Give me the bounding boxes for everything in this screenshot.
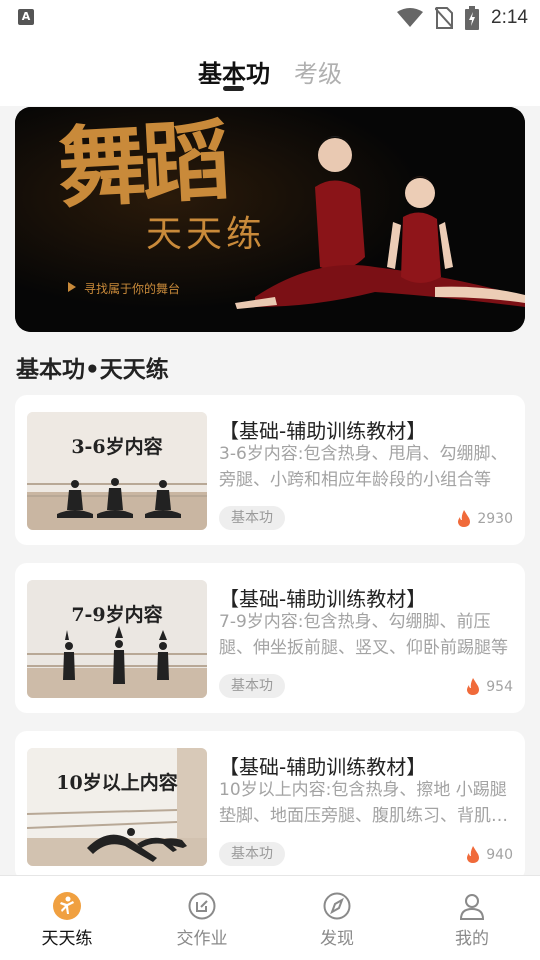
course-thumbnail: 3-6岁内容 <box>27 412 207 530</box>
top-tab-bar: 基本功 考级 <box>0 36 540 106</box>
nav-item-discover[interactable]: 发现 <box>287 876 387 960</box>
thumbnail-caption: 7-9岁内容 <box>71 604 163 626</box>
view-count-value: 940 <box>486 846 513 863</box>
fire-icon <box>467 678 480 695</box>
user-icon <box>459 894 485 920</box>
course-thumbnail: 7-9岁内容 <box>27 580 207 698</box>
course-tag: 基本功 <box>219 506 285 530</box>
compass-icon <box>323 892 351 920</box>
course-card[interactable]: 7-9岁内容 【基础-辅助训练教材】 7-9岁内容:包含热身、勾绷脚、前压腿、伸… <box>15 563 525 713</box>
nav-item-daily-practice[interactable]: 天天练 <box>17 876 117 960</box>
dance-studio-image <box>27 580 207 698</box>
nav-label: 交作业 <box>176 929 228 949</box>
course-card[interactable]: 3-6岁内容 【基础-辅助训练教材】 3-6岁内容:包含热身、甩肩、勾绷脚、旁腿… <box>15 395 525 545</box>
course-thumbnail: 10岁以上内容 <box>27 748 207 866</box>
no-sim-icon <box>435 7 454 29</box>
play-icon <box>68 282 76 292</box>
view-count: 2930 <box>457 510 513 527</box>
banner-title: 舞蹈 <box>55 107 229 221</box>
course-title: 【基础-辅助训练教材】 <box>219 587 427 611</box>
banner-slogan: 寻找属于你的舞台 <box>84 282 181 296</box>
wifi-icon <box>397 8 424 27</box>
course-description: 10岁以上内容:包含热身、擦地 小踢腿 垫脚、地面压旁腿、腹肌练习、背肌练习等 <box>219 780 508 826</box>
course-title: 【基础-辅助训练教材】 <box>219 755 427 779</box>
thumbnail-caption: 10岁以上内容 <box>56 772 178 794</box>
nav-label: 天天练 <box>41 929 93 949</box>
nav-item-profile[interactable]: 我的 <box>422 876 522 960</box>
bottom-navigation: 天天练 交作业 发现 我的 <box>0 875 540 960</box>
dance-studio-image <box>27 748 207 866</box>
banner-subtitle: 天天练 <box>146 214 267 255</box>
view-count: 940 <box>466 846 513 863</box>
dance-studio-image <box>27 412 207 530</box>
fire-icon <box>458 510 471 527</box>
status-bar: A 2:14 <box>0 0 540 36</box>
course-card[interactable]: 10岁以上内容 【基础-辅助训练教材】 10岁以上内容:包含热身、擦地 小踢腿 … <box>15 731 525 881</box>
course-description: 7-9岁内容:包含热身、勾绷脚、前压腿、伸坐扳前腿、竖叉、仰卧前踢腿等 <box>219 612 508 658</box>
status-icons: 2:14 <box>397 6 528 30</box>
tab-basic-skills[interactable]: 基本功 <box>198 54 270 89</box>
edit-icon <box>188 892 216 920</box>
course-tag: 基本功 <box>219 842 285 866</box>
nav-item-homework[interactable]: 交作业 <box>152 876 252 960</box>
view-count: 954 <box>466 678 513 695</box>
course-tag: 基本功 <box>219 674 285 698</box>
fire-icon <box>467 846 480 863</box>
app-notification-icon: A <box>18 9 34 25</box>
battery-icon <box>465 6 480 30</box>
tab-grading-exam[interactable]: 考级 <box>294 54 342 89</box>
course-title: 【基础-辅助训练教材】 <box>219 419 427 443</box>
thumbnail-caption: 3-6岁内容 <box>71 436 163 458</box>
nav-label: 我的 <box>455 929 489 949</box>
nav-label: 发现 <box>320 929 354 949</box>
section-title: 基本功•天天练 <box>16 357 169 383</box>
view-count-value: 954 <box>486 678 513 695</box>
status-time: 2:14 <box>491 7 528 28</box>
course-description: 3-6岁内容:包含热身、甩肩、勾绷脚、旁腿、小跨和相应年龄段的小组合等 <box>219 444 508 490</box>
dancer-icon <box>53 892 81 920</box>
view-count-value: 2930 <box>477 510 513 527</box>
active-tab-indicator <box>223 86 244 91</box>
